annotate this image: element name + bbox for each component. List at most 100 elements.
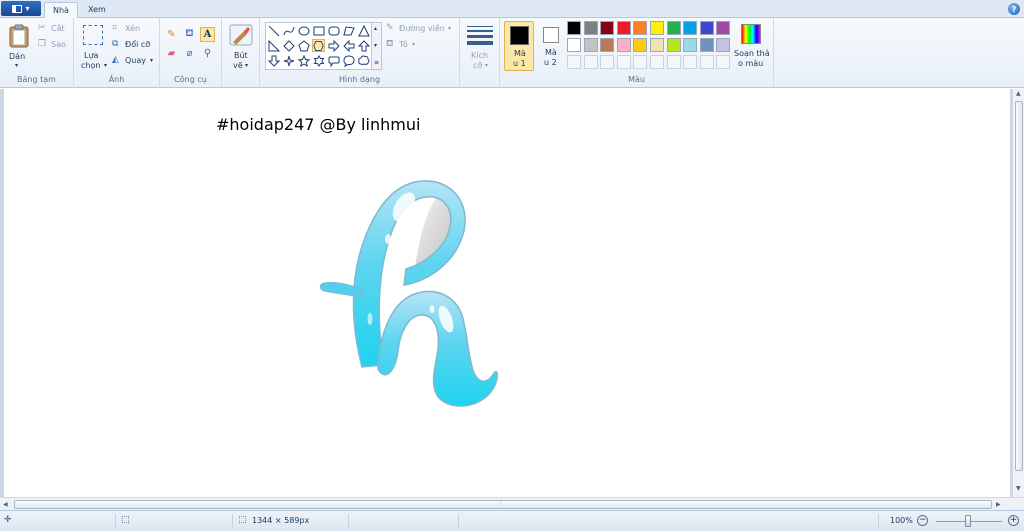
four-point-star-shape-icon[interactable] [282,54,295,67]
brush-icon [229,24,253,46]
color-swatch[interactable] [567,38,581,52]
scroll-up-icon[interactable]: ▲ [1016,90,1021,97]
scroll-left-icon[interactable]: ◀ [3,501,8,508]
size-button[interactable]: Kích cỡ ▾ [464,22,496,74]
image-group: Lựa chọn ▾ ⌗ Xén ⧉ Đổi cỡ ◭ Quay ▾ Ảnh [74,18,160,88]
color-swatch[interactable] [600,38,615,52]
fill-label: Tô [399,40,408,49]
outline-button[interactable]: ✎ Đường viền ▾ [386,23,458,35]
custom-color-slot[interactable] [633,55,648,69]
color-swatch[interactable] [716,21,731,35]
drawing-canvas[interactable]: #hoidap247 @By linhmui [4,89,1010,497]
color-swatch[interactable] [616,38,631,52]
rounded-callout-shape-icon[interactable] [327,54,340,67]
color-swatch[interactable] [583,38,598,52]
brushes-button[interactable]: Bút vẽ ▾ [226,22,256,74]
edit-colors-button[interactable]: Soạn thả o màu [732,21,772,71]
custom-color-slot[interactable] [600,55,615,69]
eraser-icon[interactable]: ▰ [164,46,179,61]
five-point-star-shape-icon[interactable] [297,54,310,67]
color-swatch[interactable] [583,21,598,35]
expand-gallery-icon[interactable]: ≡ [374,59,379,66]
diamond-shape-icon[interactable] [282,39,295,52]
line-shape-icon[interactable] [267,24,280,37]
size-label-2: cỡ [473,61,483,70]
ribbon-tab-row: ▾ Nhà Xem ? [0,0,1024,18]
fill-button[interactable]: ⛾ Tô ▾ [386,39,458,51]
color-swatch[interactable] [633,21,648,35]
zoom-out-icon[interactable]: − [917,515,928,526]
scroll-up-icon[interactable]: ▴ [374,25,377,32]
custom-color-slot[interactable] [567,55,581,69]
color1-button[interactable]: Mà u 1 [504,21,534,71]
zoom-in-icon[interactable]: + [1008,515,1019,526]
horizontal-scroll-thumb[interactable]: ⦙ [14,499,992,509]
custom-color-slot[interactable] [699,55,714,69]
color-swatch[interactable] [666,21,681,35]
custom-color-slot[interactable] [716,55,731,69]
color-swatch[interactable] [683,21,698,35]
color-swatch[interactable] [666,38,681,52]
cloud-callout-shape-icon[interactable] [357,54,370,67]
resize-button[interactable]: ⧉ Đổi cỡ [112,39,156,51]
color-swatch[interactable] [567,21,581,35]
paste-button[interactable]: Dán ▾ [4,22,34,74]
color-swatch[interactable] [650,21,664,35]
rectangle-shape-icon[interactable] [312,24,325,37]
horizontal-scrollbar[interactable]: ◀ ⦙ ▶ [0,497,1024,510]
oval-callout-shape-icon[interactable] [342,54,355,67]
left-arrow-shape-icon[interactable] [342,39,355,52]
scroll-down-icon[interactable]: ▼ [1016,485,1021,492]
color-swatch[interactable] [650,38,664,52]
image-group-label: Ảnh [108,75,125,84]
pencil-icon[interactable]: ✎ [164,27,179,42]
right-arrow-shape-icon[interactable] [327,39,340,52]
app-menu-button[interactable]: ▾ [1,1,41,16]
custom-color-slot[interactable] [683,55,698,69]
dropdown-arrow-icon: ▾ [448,25,452,32]
dropdown-arrow-icon: ▾ [150,57,154,64]
color-swatch[interactable] [716,38,731,52]
custom-color-slot[interactable] [666,55,681,69]
tab-home[interactable]: Nhà [44,2,78,18]
text-tool-icon[interactable]: A [200,27,215,42]
crop-button[interactable]: ⌗ Xén [112,23,156,35]
down-arrow-shape-icon[interactable] [267,54,280,67]
shapes-scrollbar[interactable]: ▴ ▾ ≡ [372,22,382,70]
right-triangle-shape-icon[interactable] [267,39,280,52]
copy-button[interactable]: ❐ Sao [38,39,70,51]
scroll-down-icon[interactable]: ▾ [374,42,377,49]
magnifier-icon[interactable]: ⚲ [200,46,215,61]
color-swatch[interactable] [699,21,714,35]
tab-view[interactable]: Xem [80,2,114,18]
color-swatch[interactable] [633,38,648,52]
custom-color-slot[interactable] [583,55,598,69]
pentagon-shape-icon[interactable] [297,39,310,52]
up-arrow-shape-icon[interactable] [357,39,370,52]
color-swatch[interactable] [699,38,714,52]
polygon-shape-icon[interactable] [342,24,355,37]
cut-button[interactable]: ✂ Cắt [38,23,70,35]
color-swatch[interactable] [600,21,615,35]
oval-shape-icon[interactable] [297,24,310,37]
curve-shape-icon[interactable] [282,24,295,37]
color-swatch[interactable] [683,38,698,52]
vertical-scroll-thumb[interactable] [1015,101,1023,471]
custom-color-slot[interactable] [616,55,631,69]
hexagon-shape-icon[interactable] [312,39,325,52]
color-picker-icon[interactable]: ⌀ [182,46,197,61]
vertical-scrollbar[interactable]: ▲ ▼ [1012,89,1024,497]
rotate-button[interactable]: ◭ Quay ▾ [112,55,156,67]
zoom-slider-thumb[interactable] [965,515,971,527]
triangle-shape-icon[interactable] [357,24,370,37]
custom-color-slot[interactable] [650,55,664,69]
six-point-star-shape-icon[interactable] [312,54,325,67]
color-swatch[interactable] [616,21,631,35]
fill-bucket-icon[interactable]: ⛾ [182,27,197,42]
color2-button[interactable]: Mà u 2 [537,21,565,71]
select-button[interactable]: Lựa chọn ▾ [78,22,108,74]
scroll-right-icon[interactable]: ▶ [996,501,1001,508]
rounded-rectangle-shape-icon[interactable] [327,24,340,37]
help-icon[interactable]: ? [1008,3,1020,15]
selection-icon [83,25,103,45]
